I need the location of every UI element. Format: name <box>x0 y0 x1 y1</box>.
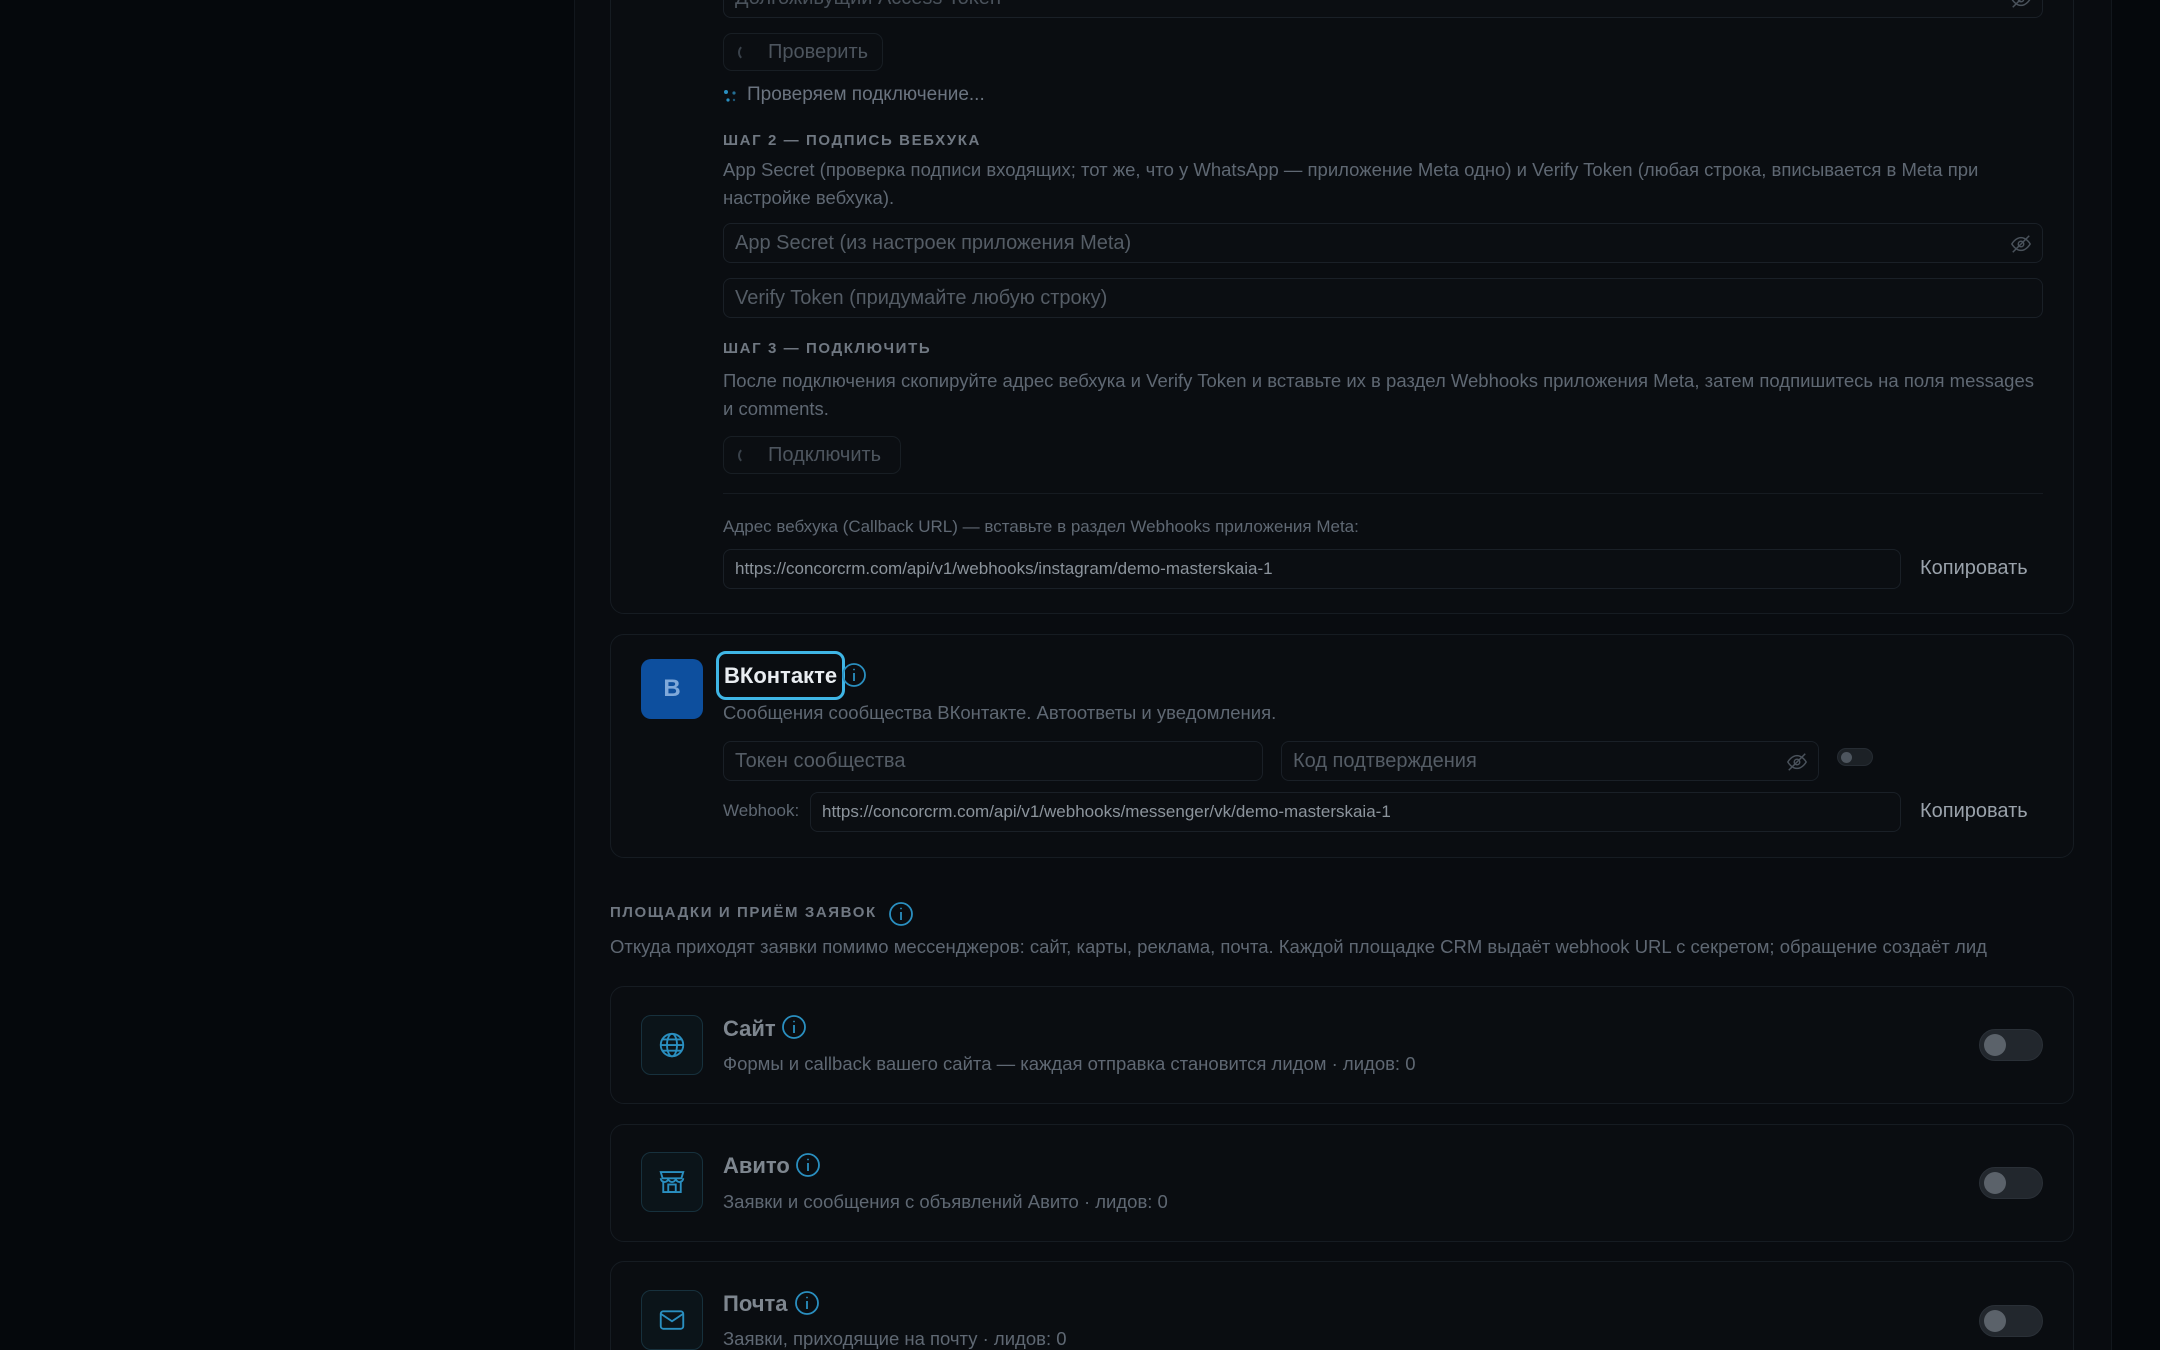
vk-webhook-value: https://concorcrm.com/api/v1/webhooks/me… <box>822 802 1391 821</box>
community-token-input[interactable]: Токен сообщества <box>723 741 1263 781</box>
info-icon[interactable] <box>794 1290 820 1316</box>
vk-webhook-label: Webhook: <box>723 801 800 820</box>
globe-icon <box>659 1032 685 1058</box>
info-icon[interactable] <box>795 1152 821 1178</box>
source-title-site: Сайт <box>723 1016 776 1041</box>
confirmation-code-input[interactable]: Код подтверждения <box>1281 741 1819 781</box>
store-icon-box <box>641 1152 703 1212</box>
step3-title: ШАГ 3 — ПОДКЛЮЧИТЬ <box>723 340 932 357</box>
callback-url-label: Адрес вебхука (Callback URL) — вставьте … <box>723 517 1359 536</box>
callback-url-value: https://concorcrm.com/api/v1/webhooks/in… <box>735 559 1273 578</box>
checking-status: Проверяем подключение... <box>747 84 985 105</box>
verify-token-placeholder: Verify Token (придумайте любую строку) <box>735 286 1108 309</box>
globe-icon-box <box>641 1015 703 1075</box>
site-enable-toggle[interactable] <box>1979 1029 2043 1061</box>
step2-desc: App Secret (проверка подписи входящих; т… <box>723 159 1979 208</box>
mail-icon <box>659 1310 685 1330</box>
sources-section-desc: Откуда приходят заявки помимо мессенджер… <box>610 936 1987 957</box>
access-token-placeholder: Долгоживущий Access Token <box>735 0 1001 10</box>
community-token-placeholder: Токен сообщества <box>735 749 906 772</box>
source-title-mail: Почта <box>723 1291 788 1316</box>
vk-title-label: ВКонтакте <box>724 662 838 688</box>
app-secret-placeholder: App Secret (из настроек приложения Meta) <box>735 231 1132 254</box>
sources-section-title: ПЛОЩАДКИ И ПРИЁМ ЗАЯВОК <box>610 904 877 921</box>
mail-icon-box <box>641 1290 703 1350</box>
spinner-icon <box>738 447 755 464</box>
toggle-knob <box>1984 1172 2006 1194</box>
sidebar-area <box>0 0 574 1350</box>
toggle-knob <box>1984 1310 2006 1332</box>
eye-off-icon[interactable] <box>2010 0 2032 10</box>
vk-desc: Сообщения сообщества ВКонтакте. Автоотве… <box>723 702 1277 723</box>
vk-webhook-field[interactable]: https://concorcrm.com/api/v1/webhooks/me… <box>810 792 1901 832</box>
vk-avatar: В <box>641 659 703 719</box>
step3-desc: После подключения скопируйте адрес вебху… <box>723 370 2034 419</box>
access-token-input[interactable]: Долгоживущий Access Token <box>723 0 2043 18</box>
source-title-avito: Авито <box>723 1153 790 1178</box>
confirmation-code-placeholder: Код подтверждения <box>1293 749 1477 772</box>
check-button-label: Проверить <box>768 40 869 63</box>
check-button[interactable]: Проверить <box>723 33 883 71</box>
spinner-icon <box>738 44 755 61</box>
vk-avatar-letter: В <box>663 675 681 702</box>
eye-off-icon[interactable] <box>2010 233 2032 255</box>
toggle-knob <box>1984 1034 2006 1056</box>
vk-enable-toggle[interactable] <box>1837 748 1873 766</box>
app-secret-input[interactable]: App Secret (из настроек приложения Meta) <box>723 223 2043 263</box>
callback-url-field[interactable]: https://concorcrm.com/api/v1/webhooks/in… <box>723 549 1901 589</box>
source-card-site <box>610 986 2074 1104</box>
source-desc-site: Формы и callback вашего сайта — каждая о… <box>723 1053 1416 1074</box>
mail-enable-toggle[interactable] <box>1979 1305 2043 1337</box>
source-desc-avito: Заявки и сообщения с объявлений Авито · … <box>723 1191 1168 1212</box>
verify-token-input[interactable]: Verify Token (придумайте любую строку) <box>723 278 2043 318</box>
info-icon[interactable] <box>888 901 914 927</box>
divider <box>723 493 2043 494</box>
info-icon[interactable] <box>781 1014 807 1040</box>
loading-dots-icon <box>724 90 736 102</box>
source-desc-mail: Заявки, приходящие на почту · лидов: 0 <box>723 1328 1067 1349</box>
copy-vk-webhook-button[interactable]: Копировать <box>1920 800 2028 823</box>
copy-callback-button[interactable]: Копировать <box>1920 557 2028 580</box>
store-icon <box>659 1171 685 1193</box>
vk-title[interactable]: ВКонтакте <box>716 651 846 700</box>
eye-off-icon[interactable] <box>1786 751 1808 773</box>
step2-title: ШАГ 2 — ПОДПИСЬ ВЕБХУКА <box>723 132 981 149</box>
toggle-knob <box>1841 752 1852 763</box>
connect-button-label: Подключить <box>768 443 882 466</box>
connect-button[interactable]: Подключить <box>723 436 901 474</box>
avito-enable-toggle[interactable] <box>1979 1167 2043 1199</box>
source-card-avito <box>610 1124 2074 1242</box>
info-icon[interactable] <box>841 662 867 688</box>
